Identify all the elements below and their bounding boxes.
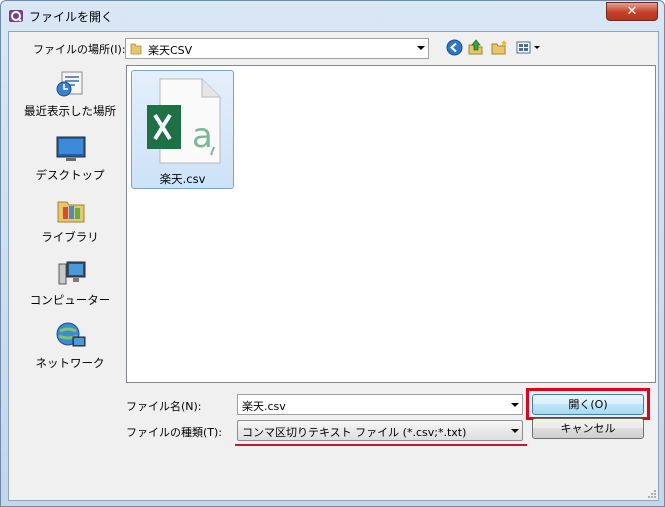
highlight-underline xyxy=(235,444,527,446)
place-label: ライブラリ xyxy=(41,230,99,244)
open-file-dialog: ファイルを開く ✕ ファイルの場所(I): 楽天CSV 最近表示した場所 デスク… xyxy=(0,0,665,507)
file-name: 楽天.csv xyxy=(159,172,206,186)
open-button[interactable]: 開く(O) xyxy=(532,394,644,415)
excel-csv-icon: a xyxy=(147,78,221,164)
filetype-label: ファイルの種類(T): xyxy=(126,426,223,439)
computer-icon xyxy=(58,261,86,285)
place-computer[interactable]: コンピューター xyxy=(15,258,125,314)
place-libraries[interactable]: ライブラリ xyxy=(15,195,125,251)
filename-label: ファイル名(N): xyxy=(126,400,202,413)
close-icon: ✕ xyxy=(626,4,638,19)
resize-grip-icon[interactable] xyxy=(647,489,657,499)
chevron-down-icon[interactable] xyxy=(417,46,425,50)
desktop-icon xyxy=(56,136,86,161)
place-label: 最近表示した場所 xyxy=(24,104,116,118)
place-network[interactable]: ネットワーク xyxy=(15,321,125,377)
place-desktop[interactable]: デスクトップ xyxy=(15,133,125,189)
view-menu-icon[interactable] xyxy=(516,39,542,56)
location-dropdown[interactable]: 楽天CSV xyxy=(125,38,429,59)
new-folder-icon[interactable] xyxy=(491,39,508,56)
filename-value: 楽天.csv xyxy=(242,400,286,413)
location-label: ファイルの場所(I): xyxy=(33,43,126,56)
svg-text:a: a xyxy=(192,116,213,156)
place-label: ネットワーク xyxy=(35,356,105,370)
filetype-select[interactable]: コンマ区切りテキスト ファイル (*.csv;*.txt) xyxy=(237,420,523,441)
window-title: ファイルを開く xyxy=(29,10,114,24)
app-icon xyxy=(9,10,23,22)
recent-places-icon xyxy=(56,71,83,97)
place-label: デスクトップ xyxy=(35,168,105,182)
places-bar: 最近表示した場所 デスクトップ ライブラリ コンピューター ネットワーク xyxy=(15,65,125,383)
network-icon xyxy=(56,322,86,347)
folder-icon xyxy=(130,43,142,55)
back-icon[interactable] xyxy=(446,39,463,56)
chevron-down-icon[interactable] xyxy=(511,403,519,407)
filetype-value: コンマ区切りテキスト ファイル (*.csv;*.txt) xyxy=(242,426,467,439)
place-recent[interactable]: 最近表示した場所 xyxy=(15,69,125,125)
place-label: コンピューター xyxy=(29,293,111,307)
up-folder-icon[interactable] xyxy=(467,39,484,56)
libraries-icon xyxy=(57,201,85,223)
title-bar[interactable]: ファイルを開く ✕ xyxy=(1,1,664,31)
file-item[interactable]: a 楽天.csv xyxy=(131,70,234,189)
toolbar: ファイルの場所(I): 楽天CSV xyxy=(9,32,658,64)
cancel-button[interactable]: キャンセル xyxy=(532,418,644,439)
dialog-body: ファイルの場所(I): 楽天CSV 最近表示した場所 デスクトップ ライブラリ … xyxy=(8,31,659,501)
location-value: 楽天CSV xyxy=(148,44,193,57)
filename-field[interactable]: 楽天.csv xyxy=(237,394,523,415)
close-button[interactable]: ✕ xyxy=(606,2,658,21)
file-list[interactable]: a 楽天.csv xyxy=(126,65,656,383)
chevron-down-icon[interactable] xyxy=(511,429,519,433)
